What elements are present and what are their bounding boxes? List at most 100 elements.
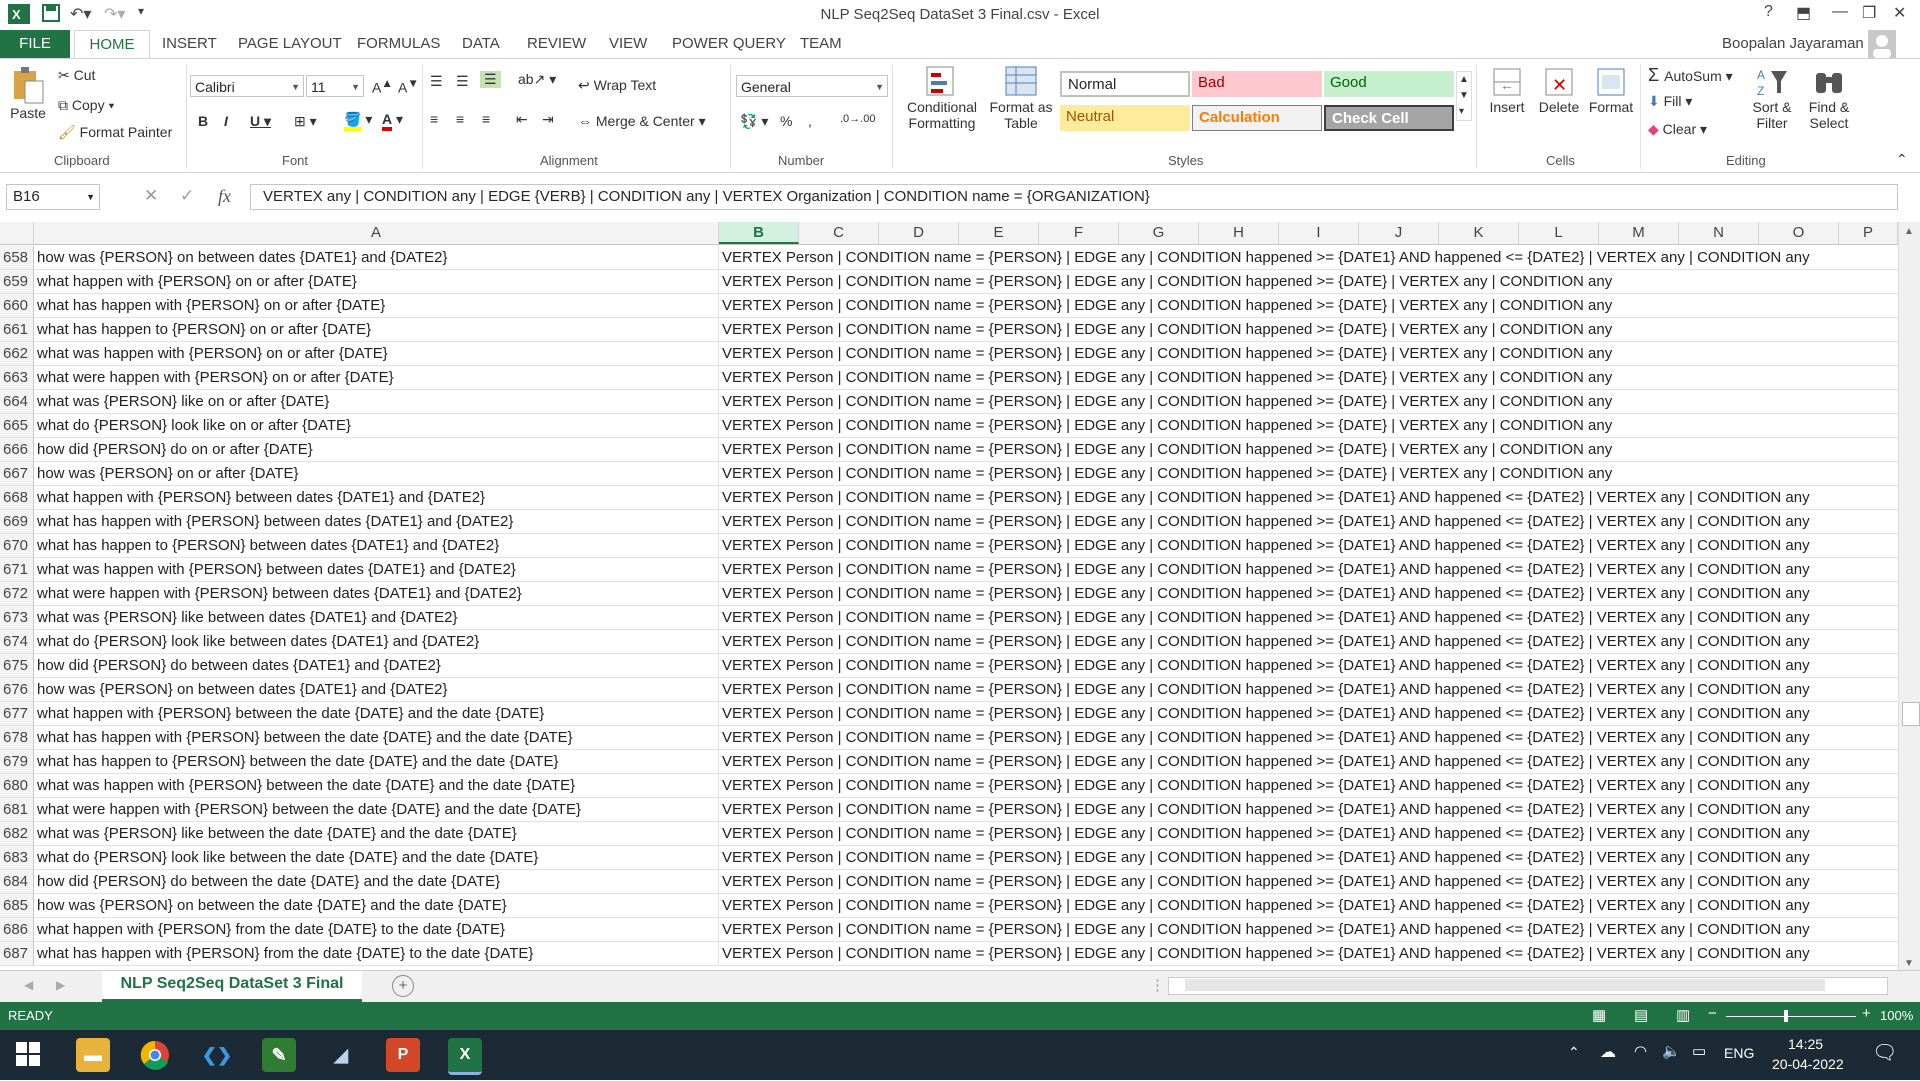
paste-button[interactable]: Paste: [8, 65, 48, 121]
comma-style-icon[interactable]: ,: [808, 113, 812, 129]
language-indicator[interactable]: ENG: [1724, 1045, 1754, 1061]
cell-a[interactable]: what happen with {PERSON} on or after {D…: [34, 270, 719, 294]
format-as-table-button[interactable]: Format as Table: [986, 65, 1056, 131]
insert-function-icon[interactable]: fx: [218, 186, 231, 207]
cell-a[interactable]: what has happen with {PERSON} between th…: [34, 726, 719, 750]
autosum-button[interactable]: Σ AutoSum ▾: [1648, 65, 1733, 86]
column-header-k[interactable]: K: [1439, 222, 1519, 244]
row-number[interactable]: 682: [0, 822, 34, 846]
cell-b[interactable]: VERTEX Person | CONDITION name = {PERSON…: [719, 630, 1898, 654]
cell-b[interactable]: VERTEX Person | CONDITION name = {PERSON…: [719, 822, 1898, 846]
cell-a[interactable]: what has happen with {PERSON} between da…: [34, 510, 719, 534]
column-header-a[interactable]: A: [34, 222, 719, 244]
row-number[interactable]: 677: [0, 702, 34, 726]
row-number[interactable]: 672: [0, 582, 34, 606]
row-number[interactable]: 658: [0, 246, 34, 270]
cell-a[interactable]: what were happen with {PERSON} between t…: [34, 798, 719, 822]
conditional-formatting-button[interactable]: Conditional Formatting: [900, 65, 984, 131]
confirm-entry-icon[interactable]: ✓: [180, 186, 194, 206]
powerpoint-icon[interactable]: P: [386, 1038, 420, 1072]
scroll-down-icon[interactable]: ▼: [1904, 958, 1914, 969]
cell-a[interactable]: what has happen with {PERSON} from the d…: [34, 942, 719, 966]
select-all-corner[interactable]: [0, 222, 34, 244]
cell-a[interactable]: what happen with {PERSON} between the da…: [34, 702, 719, 726]
row-number[interactable]: 666: [0, 438, 34, 462]
prev-sheet-icon[interactable]: ◀: [24, 978, 33, 992]
cell-b[interactable]: VERTEX Person | CONDITION name = {PERSON…: [719, 726, 1898, 750]
fill-button[interactable]: ⬇ Fill ▾: [1648, 93, 1692, 110]
tab-team[interactable]: TEAM: [800, 35, 842, 52]
insert-cells-button[interactable]: ← Insert: [1484, 65, 1530, 115]
row-number[interactable]: 661: [0, 318, 34, 342]
clear-button[interactable]: ◆ Clear ▾: [1648, 121, 1707, 138]
column-header-d[interactable]: D: [879, 222, 959, 244]
format-painter-button[interactable]: 🖌 Format Painter: [58, 124, 172, 141]
row-number[interactable]: 681: [0, 798, 34, 822]
font-size-select[interactable]: 11 ▼: [306, 75, 364, 97]
cell-b[interactable]: VERTEX Person | CONDITION name = {PERSON…: [719, 462, 1898, 486]
cell-b[interactable]: VERTEX Person | CONDITION name = {PERSON…: [719, 918, 1898, 942]
onedrive-icon[interactable]: ☁: [1600, 1042, 1616, 1062]
percent-style-icon[interactable]: %: [780, 113, 792, 129]
column-header-l[interactable]: L: [1519, 222, 1599, 244]
windows-start-icon[interactable]: [16, 1042, 40, 1070]
formula-input[interactable]: VERTEX any | CONDITION any | EDGE {VERB}…: [250, 184, 1898, 210]
row-number[interactable]: 671: [0, 558, 34, 582]
scroll-up-icon[interactable]: ▲: [1904, 226, 1914, 237]
cell-a[interactable]: what has happen to {PERSON} between date…: [34, 534, 719, 558]
collapse-ribbon-icon[interactable]: ⌃: [1896, 151, 1908, 168]
grow-font-button[interactable]: A▲: [372, 77, 393, 96]
column-header-n[interactable]: N: [1679, 222, 1759, 244]
sheet-tab[interactable]: NLP Seq2Seq DataSet 3 Final: [102, 971, 362, 1002]
style-calculation[interactable]: Calculation: [1192, 105, 1322, 131]
scroll-thumb[interactable]: [1902, 702, 1920, 726]
tab-review[interactable]: REVIEW: [527, 35, 586, 52]
next-sheet-icon[interactable]: ▶: [56, 978, 65, 992]
column-header-m[interactable]: M: [1599, 222, 1679, 244]
sort-filter-button[interactable]: AZ Sort & Filter: [1750, 65, 1794, 131]
align-top-icon[interactable]: ☰: [430, 73, 443, 90]
minimize-icon[interactable]: —: [1832, 3, 1848, 21]
row-number[interactable]: 686: [0, 918, 34, 942]
increase-indent-icon[interactable]: ⇥: [542, 111, 554, 128]
cell-a[interactable]: how was {PERSON} on between the date {DA…: [34, 894, 719, 918]
cell-b[interactable]: VERTEX Person | CONDITION name = {PERSON…: [719, 846, 1898, 870]
cell-b[interactable]: VERTEX Person | CONDITION name = {PERSON…: [719, 894, 1898, 918]
row-number[interactable]: 662: [0, 342, 34, 366]
cell-b[interactable]: VERTEX Person | CONDITION name = {PERSON…: [719, 942, 1898, 966]
tab-home[interactable]: HOME: [74, 30, 150, 59]
zoom-level[interactable]: 100%: [1880, 1008, 1913, 1023]
user-name[interactable]: Boopalan Jayaraman: [1722, 35, 1864, 52]
row-number[interactable]: 687: [0, 942, 34, 966]
page-break-view-icon[interactable]: ▥: [1676, 1006, 1690, 1024]
cell-a[interactable]: what was {PERSON} like on or after {DATE…: [34, 390, 719, 414]
tab-page-layout[interactable]: PAGE LAYOUT: [238, 35, 342, 52]
column-header-g[interactable]: G: [1119, 222, 1199, 244]
battery-icon[interactable]: ▭: [1692, 1042, 1706, 1060]
shrink-font-button[interactable]: A▼: [398, 77, 419, 96]
align-center-icon[interactable]: ≡: [456, 111, 464, 127]
row-number[interactable]: 665: [0, 414, 34, 438]
style-good[interactable]: Good: [1324, 71, 1454, 97]
row-number[interactable]: 670: [0, 534, 34, 558]
show-hidden-icons[interactable]: ⌃: [1568, 1044, 1580, 1061]
cell-a[interactable]: what was happen with {PERSON} between da…: [34, 558, 719, 582]
cell-b[interactable]: VERTEX Person | CONDITION name = {PERSON…: [719, 414, 1898, 438]
cell-b[interactable]: VERTEX Person | CONDITION name = {PERSON…: [719, 702, 1898, 726]
cell-a[interactable]: what were happen with {PERSON} between d…: [34, 582, 719, 606]
zoom-out-icon[interactable]: −: [1708, 1005, 1717, 1022]
cell-a[interactable]: what was happen with {PERSON} on or afte…: [34, 342, 719, 366]
volume-icon[interactable]: 🔈: [1662, 1042, 1681, 1060]
delete-cells-button[interactable]: ✕ Delete: [1534, 65, 1584, 115]
cell-b[interactable]: VERTEX Person | CONDITION name = {PERSON…: [719, 366, 1898, 390]
cell-a[interactable]: what has happen to {PERSON} between the …: [34, 750, 719, 774]
column-header-f[interactable]: F: [1039, 222, 1119, 244]
align-middle-icon[interactable]: ☰: [456, 73, 469, 90]
column-header-c[interactable]: C: [799, 222, 879, 244]
notepad-plus-icon[interactable]: ✎: [262, 1038, 296, 1072]
row-number[interactable]: 685: [0, 894, 34, 918]
row-number[interactable]: 679: [0, 750, 34, 774]
cell-a[interactable]: what was happen with {PERSON} between th…: [34, 774, 719, 798]
row-number[interactable]: 678: [0, 726, 34, 750]
row-number[interactable]: 676: [0, 678, 34, 702]
